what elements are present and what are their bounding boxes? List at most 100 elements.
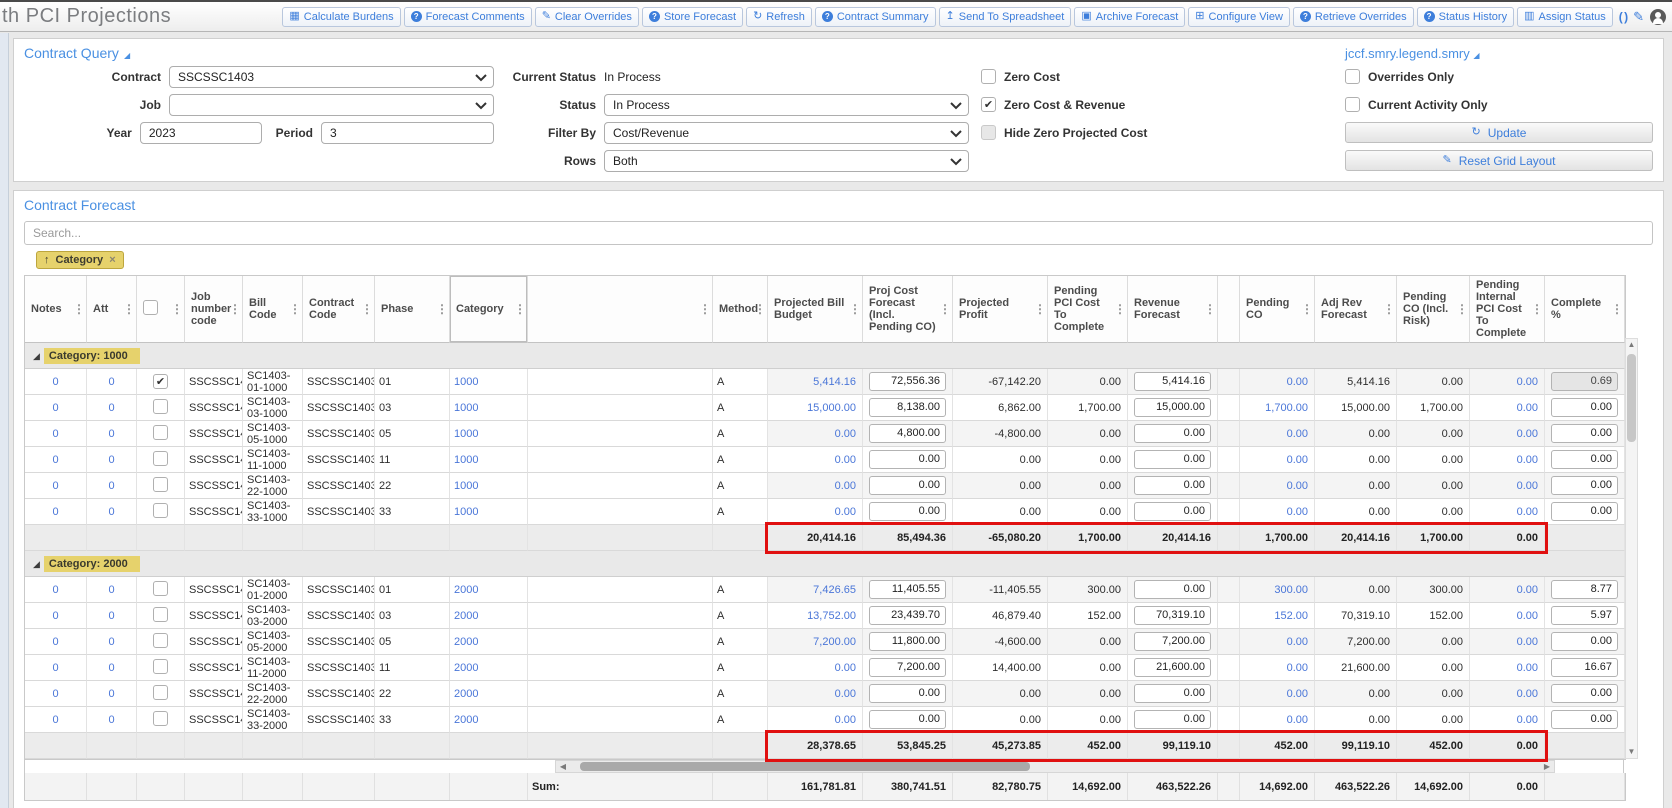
rf-input[interactable]: 70,319.10 bbox=[1134, 606, 1211, 625]
checkbox-hide-zero-projected-cost[interactable]: Hide Zero Projected Cost bbox=[981, 125, 1274, 140]
pcf-input[interactable]: 0.00 bbox=[869, 710, 946, 729]
horizontal-scroll-thumb[interactable] bbox=[580, 762, 1030, 771]
pipci-link[interactable]: 0.00 bbox=[1517, 480, 1538, 492]
column-header-pcf[interactable]: Proj Cost Forecast (Incl. Pending CO) ⋮ bbox=[863, 276, 953, 343]
contract-query-title[interactable]: Contract Query ◢ bbox=[24, 45, 130, 61]
pipci-link[interactable]: 0.00 bbox=[1517, 584, 1538, 596]
att-link[interactable]: 0 bbox=[108, 714, 114, 726]
pcf-input[interactable]: 4,800.00 bbox=[869, 424, 946, 443]
att-link[interactable]: 0 bbox=[108, 480, 114, 492]
pco-link[interactable]: 1,700.00 bbox=[1265, 402, 1308, 414]
pco-link[interactable]: 152.00 bbox=[1274, 610, 1308, 622]
column-header-pco[interactable]: Pending CO ⋮ bbox=[1240, 276, 1315, 343]
row-checkbox[interactable] bbox=[153, 450, 168, 466]
horizontal-scrollbar[interactable]: ◀ ▶ bbox=[555, 760, 1555, 773]
legend-link[interactable]: jccf.smry.legend.smry ◢ bbox=[1345, 46, 1480, 61]
category-link[interactable]: 2000 bbox=[454, 610, 478, 622]
column-header-method[interactable]: Method ⋮ bbox=[713, 276, 768, 343]
sort-ascending-icon[interactable]: ↑ bbox=[44, 254, 50, 266]
pco-link[interactable]: 0.00 bbox=[1287, 454, 1308, 466]
pipci-link[interactable]: 0.00 bbox=[1517, 662, 1538, 674]
pbb-link[interactable]: 15,000.00 bbox=[807, 402, 856, 414]
rf-input[interactable]: 7,200.00 bbox=[1134, 632, 1211, 651]
row-checkbox[interactable] bbox=[153, 398, 168, 414]
column-header-blank[interactable]: ⋮ bbox=[528, 276, 713, 343]
column-header-blank2[interactable] bbox=[1218, 276, 1240, 343]
rf-input[interactable]: 0.00 bbox=[1134, 424, 1211, 443]
category-link[interactable]: 2000 bbox=[454, 636, 478, 648]
notes-link[interactable]: 0 bbox=[52, 662, 58, 674]
category-link[interactable]: 2000 bbox=[454, 714, 478, 726]
row-checkbox[interactable] bbox=[153, 502, 168, 518]
column-header-job[interactable]: Job number code ⋮ bbox=[185, 276, 243, 343]
calculate-burdens-button[interactable]: ▦ Calculate Burdens bbox=[282, 6, 401, 27]
rf-input[interactable]: 0.00 bbox=[1134, 710, 1211, 729]
column-menu-icon[interactable]: ⋮ bbox=[699, 302, 711, 316]
comp-input[interactable]: 0.00 bbox=[1551, 502, 1618, 521]
pco-link[interactable]: 0.00 bbox=[1287, 480, 1308, 492]
comp-input[interactable]: 0.00 bbox=[1551, 632, 1618, 651]
checkbox-overrides-only[interactable]: Overrides Only bbox=[1345, 69, 1653, 84]
column-header-bill[interactable]: Bill Code ⋮ bbox=[243, 276, 303, 343]
att-link[interactable]: 0 bbox=[108, 454, 114, 466]
archive-forecast-button[interactable]: ▣ Archive Forecast bbox=[1074, 6, 1186, 27]
category-link[interactable]: 2000 bbox=[454, 662, 478, 674]
column-header-pbb[interactable]: Projected Bill Budget ⋮ bbox=[768, 276, 863, 343]
notes-link[interactable]: 0 bbox=[52, 688, 58, 700]
column-menu-icon[interactable]: ⋮ bbox=[289, 302, 301, 316]
group-collapse-icon[interactable]: ◢ bbox=[33, 351, 40, 361]
pbb-link[interactable]: 0.00 bbox=[835, 506, 856, 518]
clear-overrides-button[interactable]: ✎ Clear Overrides bbox=[534, 6, 639, 27]
configure-view-button[interactable]: ⊞ Configure View bbox=[1188, 6, 1290, 27]
rf-input[interactable]: 0.00 bbox=[1134, 502, 1211, 521]
notes-link[interactable]: 0 bbox=[52, 428, 58, 440]
column-menu-icon[interactable]: ⋮ bbox=[1034, 302, 1046, 316]
row-checkbox[interactable] bbox=[153, 684, 168, 700]
group-header-row[interactable]: ◢ Category: 1000 bbox=[25, 343, 1625, 369]
group-chip-category[interactable]: ↑ Category × bbox=[36, 251, 124, 269]
category-link[interactable]: 2000 bbox=[454, 688, 478, 700]
category-link[interactable]: 1000 bbox=[454, 402, 478, 414]
pcf-input[interactable]: 0.00 bbox=[869, 450, 946, 469]
column-header-category[interactable]: Category ⋮ bbox=[450, 276, 528, 343]
pcf-input[interactable]: 7,200.00 bbox=[869, 658, 946, 677]
att-link[interactable]: 0 bbox=[108, 376, 114, 388]
pco-link[interactable]: 0.00 bbox=[1287, 688, 1308, 700]
notes-link[interactable]: 0 bbox=[52, 584, 58, 596]
category-link[interactable]: 1000 bbox=[454, 480, 478, 492]
filter-by-select[interactable]: Cost/Revenue bbox=[604, 121, 969, 144]
period-input[interactable] bbox=[321, 121, 494, 144]
code-icon[interactable]: ( ) bbox=[1619, 10, 1628, 24]
remove-group-icon[interactable]: × bbox=[109, 254, 115, 266]
column-header-contract[interactable]: Contract Code ⋮ bbox=[303, 276, 375, 343]
category-link[interactable]: 1000 bbox=[454, 454, 478, 466]
notes-link[interactable]: 0 bbox=[52, 376, 58, 388]
pcf-input[interactable]: 23,439.70 bbox=[869, 606, 946, 625]
column-menu-icon[interactable]: ⋮ bbox=[849, 302, 861, 316]
pbb-link[interactable]: 0.00 bbox=[835, 428, 856, 440]
comp-input[interactable]: 8.77 bbox=[1551, 580, 1618, 599]
status-history-button[interactable]: ? Status History bbox=[1416, 6, 1515, 27]
pcf-input[interactable]: 0.00 bbox=[869, 502, 946, 521]
notes-link[interactable]: 0 bbox=[52, 610, 58, 622]
row-checkbox[interactable] bbox=[153, 710, 168, 726]
att-link[interactable]: 0 bbox=[108, 662, 114, 674]
comp-input[interactable]: 0.00 bbox=[1551, 450, 1618, 469]
category-link[interactable]: 1000 bbox=[454, 428, 478, 440]
row-checkbox[interactable] bbox=[153, 374, 168, 389]
pco-link[interactable]: 0.00 bbox=[1287, 662, 1308, 674]
column-menu-icon[interactable]: ⋮ bbox=[1611, 302, 1623, 316]
status-select[interactable]: In Process bbox=[604, 93, 969, 116]
notes-link[interactable]: 0 bbox=[52, 506, 58, 518]
scroll-down-icon[interactable]: ▼ bbox=[1628, 746, 1636, 758]
forecast-comments-button[interactable]: ? Forecast Comments bbox=[403, 6, 532, 27]
column-header-rf[interactable]: Revenue Forecast ⋮ bbox=[1128, 276, 1218, 343]
rf-input[interactable]: 0.00 bbox=[1134, 580, 1211, 599]
category-link[interactable]: 1000 bbox=[454, 506, 478, 518]
column-header-pipci[interactable]: Pending Internal PCI Cost To Complete ⋮ bbox=[1470, 276, 1545, 343]
notes-link[interactable]: 0 bbox=[52, 480, 58, 492]
pcf-input[interactable]: 11,405.55 bbox=[869, 580, 946, 599]
pipci-link[interactable]: 0.00 bbox=[1517, 610, 1538, 622]
pcf-input[interactable]: 0.00 bbox=[869, 476, 946, 495]
scroll-up-icon[interactable]: ▲ bbox=[1628, 339, 1636, 351]
